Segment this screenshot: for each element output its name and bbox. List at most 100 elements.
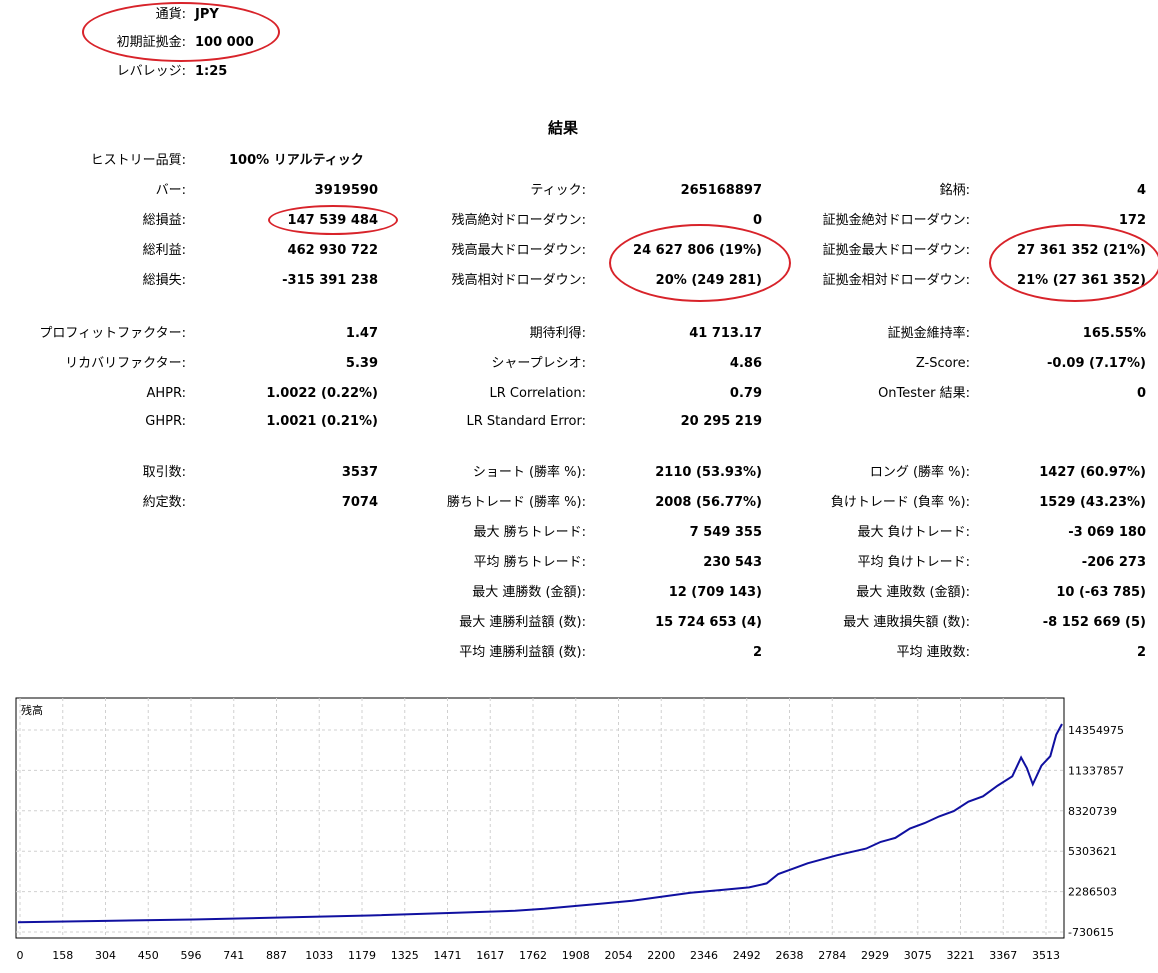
stat-label: LR Correlation: (489, 386, 586, 401)
stat-label: 証拠金相対ドローダウン: (822, 273, 970, 288)
stat-label: 総損益: (142, 213, 186, 228)
x-tick-label: 158 (52, 949, 73, 962)
stat-value: 7074 (341, 495, 378, 510)
stat-label: プロフィットファクター: (39, 326, 186, 341)
stat-label: 平均 連勝利益額 (数): (459, 645, 586, 660)
stat-label: 平均 連敗数: (896, 645, 970, 660)
stat-label: OnTester 結果: (878, 386, 970, 401)
annotation-ellipse (268, 205, 398, 235)
x-axis-ticks: 0 158 304 450 596 741 887 1033 1179 1325 1471 1617 1… (17, 949, 1061, 962)
stat-label: 最大 連勝数 (金額): (472, 585, 586, 600)
stat-value: -315 391 238 (282, 273, 378, 288)
stat-value: 1.47 (345, 326, 378, 341)
stat-label: 最大 負けトレード: (857, 525, 970, 540)
stat-label: 残高絶対ドローダウン: (451, 213, 586, 228)
stat-label: 最大 連敗損失額 (数): (843, 615, 970, 630)
stat-label: 銘柄: (939, 183, 970, 198)
chart-frame (15, 697, 1065, 939)
y-tick-label: 11337857 (1068, 764, 1124, 777)
stat-label: 残高相対ドローダウン: (451, 273, 586, 288)
x-tick-label: 2492 (733, 949, 761, 962)
stat-value: -8 152 669 (5) (1042, 615, 1146, 630)
stat-label: LR Standard Error: (466, 414, 586, 429)
x-tick-label: 3221 (947, 949, 975, 962)
stat-value: 7 549 355 (689, 525, 762, 540)
stat-value: 5.39 (345, 356, 378, 371)
stat-label: ショート (勝率 %): (472, 465, 586, 480)
stat-value: 2 (1136, 645, 1146, 660)
stat-value: -0.09 (7.17%) (1047, 356, 1146, 371)
stat-label: ティック: (530, 183, 586, 198)
y-tick-label: -730615 (1068, 926, 1114, 939)
stat-label: 約定数: (142, 495, 186, 510)
stat-value: 4.86 (729, 356, 762, 371)
stat-value: 230 543 (703, 555, 762, 570)
stat-label: 総損失: (142, 273, 186, 288)
stat-value: 2 (752, 645, 762, 660)
stat-value: 1.0021 (0.21%) (266, 414, 378, 429)
x-tick-label: 1908 (562, 949, 590, 962)
results-title: 結果 (548, 119, 579, 137)
x-tick-label: 596 (181, 949, 202, 962)
stat-label: 負けトレード (負率 %): (830, 495, 970, 510)
stat-label: シャープレシオ: (491, 356, 586, 371)
stat-label: 残高最大ドローダウン: (451, 243, 586, 258)
x-tick-label: 1471 (434, 949, 462, 962)
stat-value: 4 (1136, 183, 1146, 198)
stat-label: 勝ちトレード (勝率 %): (446, 495, 586, 510)
x-tick-label: 304 (95, 949, 116, 962)
y-tick-label: 8320739 (1068, 805, 1117, 818)
stat-value: 3537 (341, 465, 378, 480)
stat-label: AHPR: (146, 386, 186, 401)
stat-label: 期待利得: (529, 326, 586, 341)
x-tick-label: 2200 (647, 949, 675, 962)
stat-value: 3919590 (314, 183, 378, 198)
stat-value: 12 (709 143) (668, 585, 762, 600)
stat-value: -206 273 (1081, 555, 1146, 570)
x-tick-label: 1762 (519, 949, 547, 962)
leverage-value: 1:25 (195, 64, 228, 79)
stat-label: 取引数: (142, 465, 186, 480)
stat-value: 0 (1136, 386, 1146, 401)
x-tick-label: 1033 (305, 949, 333, 962)
x-tick-label: 1325 (391, 949, 419, 962)
stat-value: 1.0022 (0.22%) (266, 386, 378, 401)
x-tick-label: 2638 (776, 949, 804, 962)
stat-label: Z-Score: (915, 356, 970, 371)
stat-label: 最大 勝ちトレード: (473, 525, 586, 540)
x-tick-label: 1617 (476, 949, 504, 962)
x-tick-label: 3075 (904, 949, 932, 962)
x-tick-label: 2929 (861, 949, 889, 962)
stat-value: 2008 (56.77%) (655, 495, 762, 510)
balance-chart: 残高 14354975 11337857 8320739 5303621 2286503… (15, 697, 1124, 962)
stat-label: 証拠金絶対ドローダウン: (822, 213, 970, 228)
stat-label: 総利益: (142, 243, 186, 258)
stat-label: 最大 連敗数 (金額): (856, 585, 970, 600)
history-quality-label: ヒストリー品質: (90, 153, 186, 168)
y-tick-label: 5303621 (1068, 845, 1117, 858)
annotation-ellipse (609, 224, 791, 302)
x-tick-label: 741 (223, 949, 244, 962)
stat-value: 165.55% (1082, 326, 1146, 341)
stat-value: 15 724 653 (4) (655, 615, 762, 630)
stat-label: GHPR: (145, 414, 186, 429)
stat-label: 最大 連勝利益額 (数): (459, 615, 586, 630)
x-tick-label: 3513 (1032, 949, 1060, 962)
stat-label: 証拠金最大ドローダウン: (822, 243, 970, 258)
y-axis-ticks: 14354975 11337857 8320739 5303621 2286503 -73… (1068, 724, 1124, 939)
x-tick-label: 450 (138, 949, 159, 962)
x-tick-label: 2054 (605, 949, 633, 962)
stat-value: 1529 (43.23%) (1039, 495, 1146, 510)
annotation-ellipse (989, 224, 1158, 302)
x-tick-label: 3367 (989, 949, 1017, 962)
history-quality-value: 100% リアルティック (229, 153, 364, 168)
stat-value: 41 713.17 (689, 326, 762, 341)
leverage-label: レバレッジ: (116, 64, 186, 79)
stat-value: 10 (-63 785) (1056, 585, 1146, 600)
stat-value: 1427 (60.97%) (1039, 465, 1146, 480)
y-tick-label: 2286503 (1068, 886, 1117, 899)
stat-label: 平均 負けトレード: (857, 555, 970, 570)
annotation-ellipse (82, 2, 280, 62)
stat-value: 265168897 (680, 183, 762, 198)
stat-value: 462 930 722 (287, 243, 378, 258)
